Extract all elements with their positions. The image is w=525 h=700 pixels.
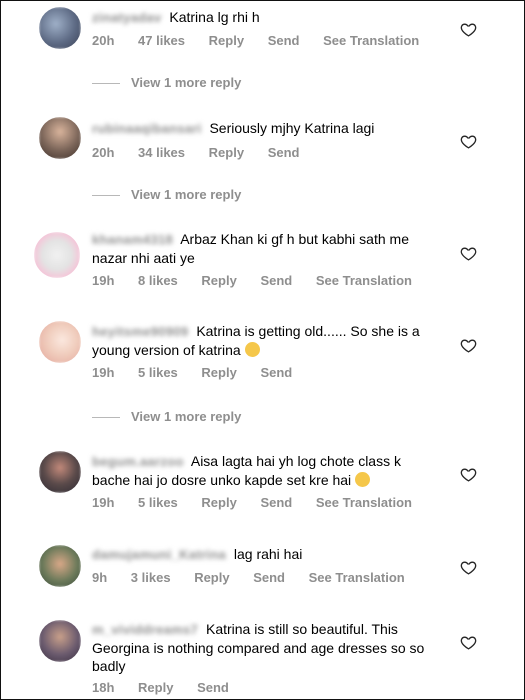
send-button[interactable]: Send bbox=[260, 365, 292, 380]
likes-count[interactable]: 5 likes bbox=[138, 365, 178, 380]
timestamp: 20h bbox=[92, 33, 115, 48]
comment-meta: 19h 5 likes Reply Send bbox=[92, 365, 312, 380]
avatar[interactable] bbox=[39, 451, 81, 493]
likes-count[interactable]: 8 likes bbox=[138, 273, 178, 288]
view-more-replies[interactable]: View 1 more reply bbox=[92, 75, 241, 90]
username[interactable]: heyitsme90909 bbox=[92, 323, 188, 341]
send-button[interactable]: Send bbox=[197, 680, 229, 695]
avatar[interactable] bbox=[39, 545, 81, 587]
comment-meta: 9h 3 likes Reply Send See Translation bbox=[92, 570, 425, 585]
likes-count[interactable]: 47 likes bbox=[138, 33, 185, 48]
send-button[interactable]: Send bbox=[268, 145, 300, 160]
send-button[interactable]: Send bbox=[260, 495, 292, 510]
view-more-replies[interactable]: View 1 more reply bbox=[92, 187, 241, 202]
comment-text: Katrina lg rhi h bbox=[169, 9, 260, 25]
avatar[interactable] bbox=[39, 7, 81, 49]
heart-icon[interactable] bbox=[460, 245, 477, 262]
view-more-label[interactable]: View 1 more reply bbox=[131, 409, 241, 424]
timestamp: 19h bbox=[92, 273, 115, 288]
username[interactable]: m_vividdreams7 bbox=[92, 621, 198, 639]
see-translation-button[interactable]: See Translation bbox=[309, 570, 405, 585]
reply-button[interactable]: Reply bbox=[201, 495, 236, 510]
username[interactable]: khanam4318 bbox=[92, 231, 173, 249]
heart-icon[interactable] bbox=[460, 21, 477, 38]
divider-line bbox=[92, 195, 120, 197]
send-button[interactable]: Send bbox=[268, 33, 300, 48]
reply-button[interactable]: Reply bbox=[201, 365, 236, 380]
likes-count[interactable]: 3 likes bbox=[131, 570, 171, 585]
timestamp: 20h bbox=[92, 145, 115, 160]
view-more-label[interactable]: View 1 more reply bbox=[131, 75, 241, 90]
timestamp: 18h bbox=[92, 680, 115, 695]
heart-icon[interactable] bbox=[460, 466, 477, 483]
heart-icon[interactable] bbox=[460, 133, 477, 150]
username[interactable]: rubinaaqibansari bbox=[92, 120, 202, 138]
comment-meta: 19h 5 likes Reply Send See Translation bbox=[92, 495, 432, 510]
avatar[interactable] bbox=[39, 620, 81, 662]
comment-meta: 19h 8 likes Reply Send See Translation bbox=[92, 273, 432, 288]
reply-button[interactable]: Reply bbox=[209, 145, 244, 160]
laughing-tears-emoji-icon bbox=[355, 472, 371, 487]
avatar[interactable] bbox=[39, 321, 81, 363]
send-button[interactable]: Send bbox=[253, 570, 285, 585]
timestamp: 9h bbox=[92, 570, 108, 585]
comment-meta: 20h 34 likes Reply Send bbox=[92, 145, 319, 160]
reply-button[interactable]: Reply bbox=[209, 33, 244, 48]
reply-button[interactable]: Reply bbox=[194, 570, 229, 585]
divider-line bbox=[92, 83, 120, 85]
divider-line bbox=[92, 417, 120, 419]
comment-text: lag rahi hai bbox=[233, 546, 303, 562]
grin-emoji-icon bbox=[244, 342, 260, 357]
avatar[interactable] bbox=[34, 232, 80, 278]
comment-meta: 18h Reply Send bbox=[92, 680, 249, 695]
likes-count[interactable]: 34 likes bbox=[138, 145, 185, 160]
avatar[interactable] bbox=[39, 117, 81, 159]
view-more-replies[interactable]: View 1 more reply bbox=[92, 409, 241, 424]
view-more-label[interactable]: View 1 more reply bbox=[131, 187, 241, 202]
see-translation-button[interactable]: See Translation bbox=[323, 33, 419, 48]
see-translation-button[interactable]: See Translation bbox=[316, 495, 412, 510]
timestamp: 19h bbox=[92, 495, 115, 510]
heart-icon[interactable] bbox=[460, 634, 477, 651]
see-translation-button[interactable]: See Translation bbox=[316, 273, 412, 288]
timestamp: 19h bbox=[92, 365, 115, 380]
username[interactable]: zinatyadav bbox=[92, 9, 161, 27]
heart-icon[interactable] bbox=[460, 337, 477, 354]
heart-icon[interactable] bbox=[460, 559, 477, 576]
reply-button[interactable]: Reply bbox=[138, 680, 173, 695]
comment-text: Seriously mjhy Katrina lagi bbox=[209, 120, 375, 136]
reply-button[interactable]: Reply bbox=[201, 273, 236, 288]
send-button[interactable]: Send bbox=[260, 273, 292, 288]
username[interactable]: begum.aarzoo bbox=[92, 453, 184, 471]
likes-count[interactable]: 5 likes bbox=[138, 495, 178, 510]
username[interactable]: damujamuni_Katrina bbox=[92, 546, 226, 564]
comment-meta: 20h 47 likes Reply Send See Translation bbox=[92, 33, 439, 48]
